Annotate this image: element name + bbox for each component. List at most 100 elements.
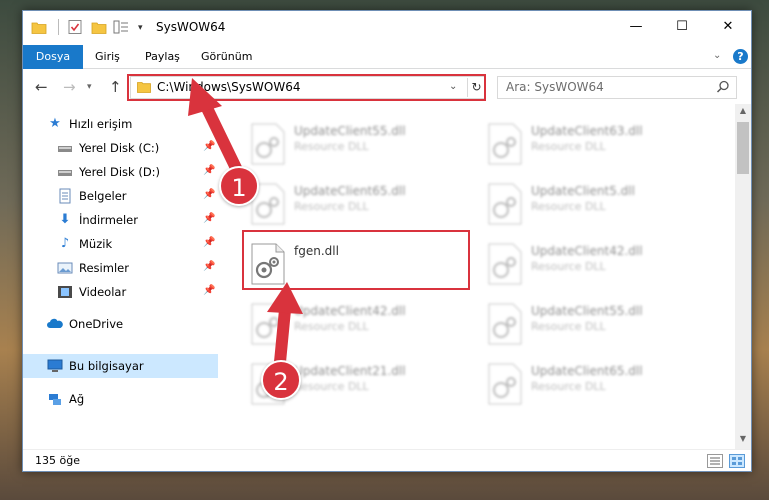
file-name: UpdateClient55.dll xyxy=(531,304,643,318)
file-type: Resource DLL xyxy=(294,200,369,213)
file-type: Resource DLL xyxy=(294,140,369,153)
tab-view[interactable]: Görünüm xyxy=(189,45,264,69)
address-path[interactable]: C:\Windows\SysWOW64 xyxy=(157,80,301,94)
pin-icon[interactable]: 📌 xyxy=(203,141,215,152)
star-icon: ★ xyxy=(49,116,61,131)
sidebar-item-label: Resimler xyxy=(79,261,129,275)
sidebar-item-documents[interactable]: Belgeler 📌 xyxy=(23,184,218,208)
dll-file-icon xyxy=(488,243,522,285)
sidebar-item-label: Videolar xyxy=(79,285,127,299)
up-arrow-icon[interactable]: ↑ xyxy=(109,78,122,96)
search-placeholder: Ara: SysWOW64 xyxy=(506,80,604,94)
file-item[interactable]: UpdateClient65.dll Resource DLL xyxy=(248,176,468,232)
pin-icon[interactable]: 📌 xyxy=(203,189,215,200)
sidebar-item-quick-access[interactable]: ★ Hızlı erişim xyxy=(23,112,218,136)
file-item[interactable]: UpdateClient42.dll Resource DLL xyxy=(485,236,705,292)
pin-icon[interactable]: 📌 xyxy=(203,213,215,224)
sidebar-item-label: Yerel Disk (C:) xyxy=(79,141,160,155)
tab-file[interactable]: Dosya xyxy=(23,45,83,69)
sidebar-item-this-pc[interactable]: Bu bilgisayar xyxy=(23,354,218,378)
file-type: Resource DLL xyxy=(531,320,606,333)
dll-file-icon xyxy=(251,123,285,165)
pin-icon[interactable]: 📌 xyxy=(203,261,215,272)
search-icon[interactable] xyxy=(716,80,730,94)
file-item-fgen-dll[interactable]: fgen.dll xyxy=(248,236,468,292)
sidebar-item-label: OneDrive xyxy=(69,317,124,331)
sidebar-item-music[interactable]: ♪ Müzik 📌 xyxy=(23,232,218,256)
window-title: SysWOW64 xyxy=(156,20,226,34)
file-item[interactable]: UpdateClient55.dll Resource DLL xyxy=(248,116,468,172)
documents-icon xyxy=(59,188,71,204)
address-folder-icon xyxy=(137,82,151,93)
file-name: UpdateClient55.dll xyxy=(294,124,406,138)
sidebar-item-label: Belgeler xyxy=(79,189,127,203)
item-count: 135 öğe xyxy=(35,454,80,467)
sidebar-item-pictures[interactable]: Resimler 📌 xyxy=(23,256,218,280)
sidebar-item-local-disk-d[interactable]: Yerel Disk (D:) 📌 xyxy=(23,160,218,184)
dll-file-icon xyxy=(488,363,522,405)
recent-locations-icon[interactable]: ▾ xyxy=(87,82,92,92)
forward-arrow-icon[interactable]: → xyxy=(63,78,76,96)
dll-file-icon xyxy=(488,183,522,225)
vertical-scrollbar[interactable]: ▲ ▼ xyxy=(735,104,751,449)
file-list: UpdateClient55.dll Resource DLL UpdateCl… xyxy=(223,104,735,439)
dll-file-icon xyxy=(488,303,522,345)
toolbar-separator xyxy=(58,19,59,35)
file-type: Resource DLL xyxy=(531,260,606,273)
dll-file-icon xyxy=(251,303,285,345)
scroll-up-icon[interactable]: ▲ xyxy=(735,106,751,120)
computer-icon xyxy=(47,359,63,372)
help-icon[interactable]: ? xyxy=(733,49,748,64)
new-folder-icon[interactable] xyxy=(91,19,107,35)
pin-icon[interactable]: 📌 xyxy=(203,165,215,176)
file-name: UpdateClient65.dll xyxy=(294,184,406,198)
tab-share[interactable]: Paylaş xyxy=(133,45,192,69)
expand-ribbon-icon[interactable]: ⌄ xyxy=(713,50,721,61)
tiles-view-icon[interactable] xyxy=(729,454,745,468)
address-bar[interactable]: C:\Windows\SysWOW64 ⌄ ↻ xyxy=(130,76,485,99)
scroll-thumb[interactable] xyxy=(737,122,749,174)
sidebar-item-label: Bu bilgisayar xyxy=(69,359,144,373)
properties-check-icon[interactable] xyxy=(67,19,83,35)
scroll-down-icon[interactable]: ▼ xyxy=(735,434,751,448)
file-name: UpdateClient65.dll xyxy=(531,364,643,378)
pictures-icon xyxy=(57,262,73,274)
file-item[interactable]: UpdateClient63.dll Resource DLL xyxy=(485,116,705,172)
address-dropdown-icon[interactable]: ⌄ xyxy=(449,81,457,92)
refresh-icon[interactable]: ↻ xyxy=(467,78,485,97)
close-button[interactable]: ✕ xyxy=(705,11,751,41)
drive-icon xyxy=(58,146,72,152)
details-view-icon[interactable] xyxy=(707,454,723,468)
sidebar-item-local-disk-c[interactable]: Yerel Disk (C:) 📌 xyxy=(23,136,218,160)
file-item[interactable]: UpdateClient42.dll Resource DLL xyxy=(248,296,468,352)
sidebar-item-downloads[interactable]: ⬇ İndirmeler 📌 xyxy=(23,208,218,232)
search-box[interactable]: Ara: SysWOW64 xyxy=(497,76,737,99)
back-arrow-icon[interactable]: ← xyxy=(35,78,48,96)
maximize-button[interactable]: ☐ xyxy=(659,11,705,41)
pin-icon[interactable]: 📌 xyxy=(203,237,215,248)
navigation-pane: ★ Hızlı erişim Yerel Disk (C:) 📌 Yerel D… xyxy=(23,104,223,439)
ribbon-tabs: Dosya Giriş Paylaş Görünüm ⌄ ? xyxy=(23,45,751,69)
minimize-button[interactable]: — xyxy=(613,11,659,41)
sidebar-item-network[interactable]: Ağ xyxy=(23,387,218,411)
pin-icon[interactable]: 📌 xyxy=(203,285,215,296)
file-item[interactable]: UpdateClient5.dll Resource DLL xyxy=(485,176,705,232)
file-name: fgen.dll xyxy=(294,244,339,258)
folder-icon[interactable] xyxy=(31,19,47,35)
sidebar-item-videos[interactable]: Videolar 📌 xyxy=(23,280,218,304)
step-badge-2: 2 xyxy=(261,360,301,400)
sidebar-item-label: Yerel Disk (D:) xyxy=(79,165,161,179)
quick-access-dropdown-icon[interactable]: ▾ xyxy=(138,23,148,33)
file-item[interactable]: UpdateClient65.dll Resource DLL xyxy=(485,356,705,412)
tab-home[interactable]: Giriş xyxy=(83,45,132,69)
file-type: Resource DLL xyxy=(294,380,369,393)
explorer-window: ▾ SysWOW64 — ☐ ✕ Dosya Giriş Paylaş Görü… xyxy=(22,10,752,472)
file-name: UpdateClient5.dll xyxy=(531,184,635,198)
file-item[interactable]: UpdateClient55.dll Resource DLL xyxy=(485,296,705,352)
file-type: Resource DLL xyxy=(531,380,606,393)
sidebar-item-onedrive[interactable]: OneDrive xyxy=(23,312,218,336)
file-name: UpdateClient63.dll xyxy=(531,124,643,138)
customize-toolbar-icon[interactable] xyxy=(113,19,129,35)
sidebar-item-label: Ağ xyxy=(69,392,85,406)
network-icon xyxy=(49,394,61,405)
